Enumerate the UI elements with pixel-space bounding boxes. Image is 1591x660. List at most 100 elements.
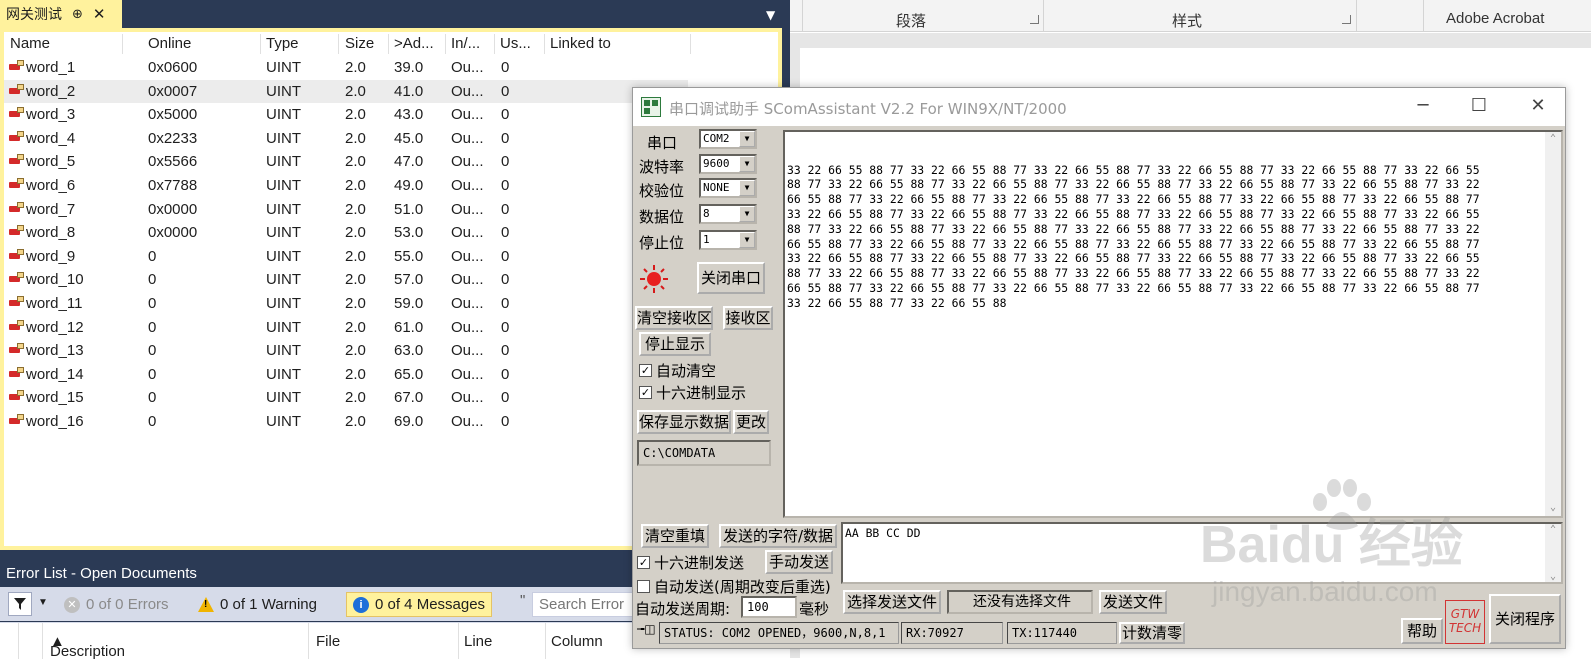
hex-send-checkbox[interactable]: ✓ 十六进制发送 [637,552,744,573]
help-button[interactable]: 帮助 [1401,618,1443,644]
filter-icon[interactable] [8,592,32,616]
variable-icon [8,60,24,72]
col-header-user[interactable]: Us... [500,35,531,52]
col-line[interactable]: Line [464,633,492,650]
table-row[interactable]: word_5 0x5566 UINT 2.0 47.0 Ou... 0 [4,150,688,174]
col-header-name[interactable]: Name [10,35,50,52]
cell-addr: 41.0 [394,82,424,100]
cell-online: 0x0000 [148,200,198,218]
col-header-address[interactable]: >Ad... [394,35,434,52]
cell-online: 0 [148,318,157,336]
maximize-icon[interactable]: ☐ [1464,94,1494,118]
col-description[interactable]: Description ▲ [50,633,125,660]
stop-display-button[interactable]: 停止显示 [639,332,711,356]
table-row[interactable]: word_7 0x0000 UINT 2.0 51.0 Ou... 0 [4,198,688,222]
table-row[interactable]: word_15 0 UINT 2.0 67.0 Ou... 0 [4,386,688,410]
messages-filter-button[interactable]: i 0 of 4 Messages [346,592,493,617]
document-tab[interactable]: 网关测试 ⊕ ✕ [0,0,122,28]
cell-addr: 39.0 [394,59,424,76]
baud-select[interactable]: 9600 ▼ [699,154,757,174]
cell-name: word_2 [26,82,76,100]
variable-icon [8,83,24,96]
receive-textarea[interactable]: 33 22 66 55 88 77 33 22 66 55 88 77 33 2… [783,130,1563,518]
cell-user: 0 [501,342,510,360]
cell-addr: 67.0 [394,389,424,407]
cell-name: word_8 [26,224,76,242]
parity-select[interactable]: NONE ▼ [699,178,757,198]
databits-select[interactable]: 8 ▼ [699,204,757,224]
auto-send-checkbox[interactable]: 自动发送(周期改变后重选) [637,576,831,597]
paragraph-launcher-icon[interactable] [1030,15,1039,24]
save-display-data-button[interactable]: 保存显示数据 [637,410,731,434]
table-row[interactable]: word_13 0 UINT 2.0 63.0 Ou... 0 [4,339,688,363]
clear-receive-button[interactable]: 清空接收区 [635,306,713,330]
receive-scrollbar[interactable]: ⌃ ⌄ [1545,132,1561,516]
table-row[interactable]: word_8 0x0000 UINT 2.0 53.0 Ou... 0 [4,221,688,245]
auto-clear-checkbox[interactable]: ✓ 自动清空 [639,360,716,381]
send-textarea[interactable]: AA BB CC DD ⌃ ⌄ [841,522,1563,584]
clear-refill-button[interactable]: 清空重填 [641,524,709,548]
col-header-online[interactable]: Online [148,35,191,52]
cell-user: 0 [501,247,510,265]
serial-title-bar[interactable]: 串口调试助手 SComAssistant V2.2 For WIN9X/NT/2… [633,88,1565,126]
filter-dropdown-icon[interactable]: ▼ [38,597,48,608]
errors-filter-button[interactable]: ✕ 0 of 0 Errors [58,592,175,617]
change-path-button[interactable]: 更改 [733,410,769,434]
tab-dropdown-icon[interactable]: ▼ [766,8,775,22]
cell-size: 2.0 [345,82,366,100]
close-window-icon[interactable]: ✕ [1523,94,1553,118]
cell-name: word_9 [26,247,76,265]
variable-icon [8,366,24,379]
col-header-inout[interactable]: In/... [451,35,480,52]
cell-size: 2.0 [345,247,366,265]
hex-display-checkbox[interactable]: ✓ 十六进制显示 [639,382,746,403]
cell-size: 2.0 [345,153,366,171]
choose-file-button[interactable]: 选择发送文件 [843,590,941,614]
col-column[interactable]: Column [551,633,603,650]
styles-launcher-icon[interactable] [1342,15,1351,24]
table-row[interactable]: word_16 0 UINT 2.0 69.0 Ou... 0 [4,410,688,434]
save-path-field[interactable]: C:\COMDATA [637,440,771,466]
close-program-button[interactable]: 关闭程序 [1489,594,1561,644]
table-row[interactable]: word_1 0x0600 UINT 2.0 39.0 Ou... 0 [4,56,688,80]
close-port-button[interactable]: 关闭串口 [697,262,765,294]
toolbar-separator: " [520,592,526,609]
cell-name: word_15 [26,389,84,407]
close-tab-icon[interactable]: ✕ [93,5,106,23]
col-file[interactable]: File [316,633,340,650]
cell-type: UINT [266,59,301,76]
reset-count-button[interactable]: 计数清零 [1119,622,1185,644]
table-row[interactable]: word_14 0 UINT 2.0 65.0 Ou... 0 [4,363,688,387]
logo-text: TECH [1448,621,1482,635]
table-row[interactable]: word_6 0x7788 UINT 2.0 49.0 Ou... 0 [4,174,688,198]
cell-inout: Ou... [451,342,484,360]
port-select[interactable]: COM2 ▼ [699,129,757,149]
table-row[interactable]: word_3 0x5000 UINT 2.0 43.0 Ou... 0 [4,103,688,127]
stopbits-select[interactable]: 1 ▼ [699,230,757,250]
table-row[interactable]: word_10 0 UINT 2.0 57.0 Ou... 0 [4,268,688,292]
pin-icon[interactable]: ⊕ [72,7,83,22]
col-header-linked[interactable]: Linked to [550,35,611,52]
table-row[interactable]: word_11 0 UINT 2.0 59.0 Ou... 0 [4,292,688,316]
variable-icon [8,225,24,237]
cell-online: 0 [148,247,157,265]
col-header-size[interactable]: Size [345,35,374,52]
table-row[interactable]: word_9 0 UINT 2.0 55.0 Ou... 0 [4,245,688,269]
period-input[interactable]: 100 [741,596,797,618]
minimize-icon[interactable]: ─ [1408,94,1438,118]
send-scrollbar[interactable]: ⌃ ⌄ [1545,524,1561,582]
port-status-led-icon [640,265,668,293]
col-header-type[interactable]: Type [266,35,299,52]
cell-user: 0 [501,106,510,124]
send-file-button[interactable]: 发送文件 [1099,590,1167,614]
manual-send-button[interactable]: 手动发送 [765,550,833,574]
ribbon-group-styles: 样式 [1172,13,1203,30]
table-row[interactable]: word_4 0x2233 UINT 2.0 45.0 Ou... 0 [4,127,688,151]
receive-area-button[interactable]: 接收区 [723,306,773,330]
cell-online: 0 [148,389,157,407]
error-search-input[interactable]: Search Error [532,592,642,617]
cell-size: 2.0 [345,59,366,76]
table-row[interactable]: word_2 0x0007 UINT 2.0 41.0 Ou... 0 [4,79,688,104]
warnings-filter-button[interactable]: ! 0 of 1 Warning [192,592,323,617]
table-row[interactable]: word_12 0 UINT 2.0 61.0 Ou... 0 [4,316,688,340]
